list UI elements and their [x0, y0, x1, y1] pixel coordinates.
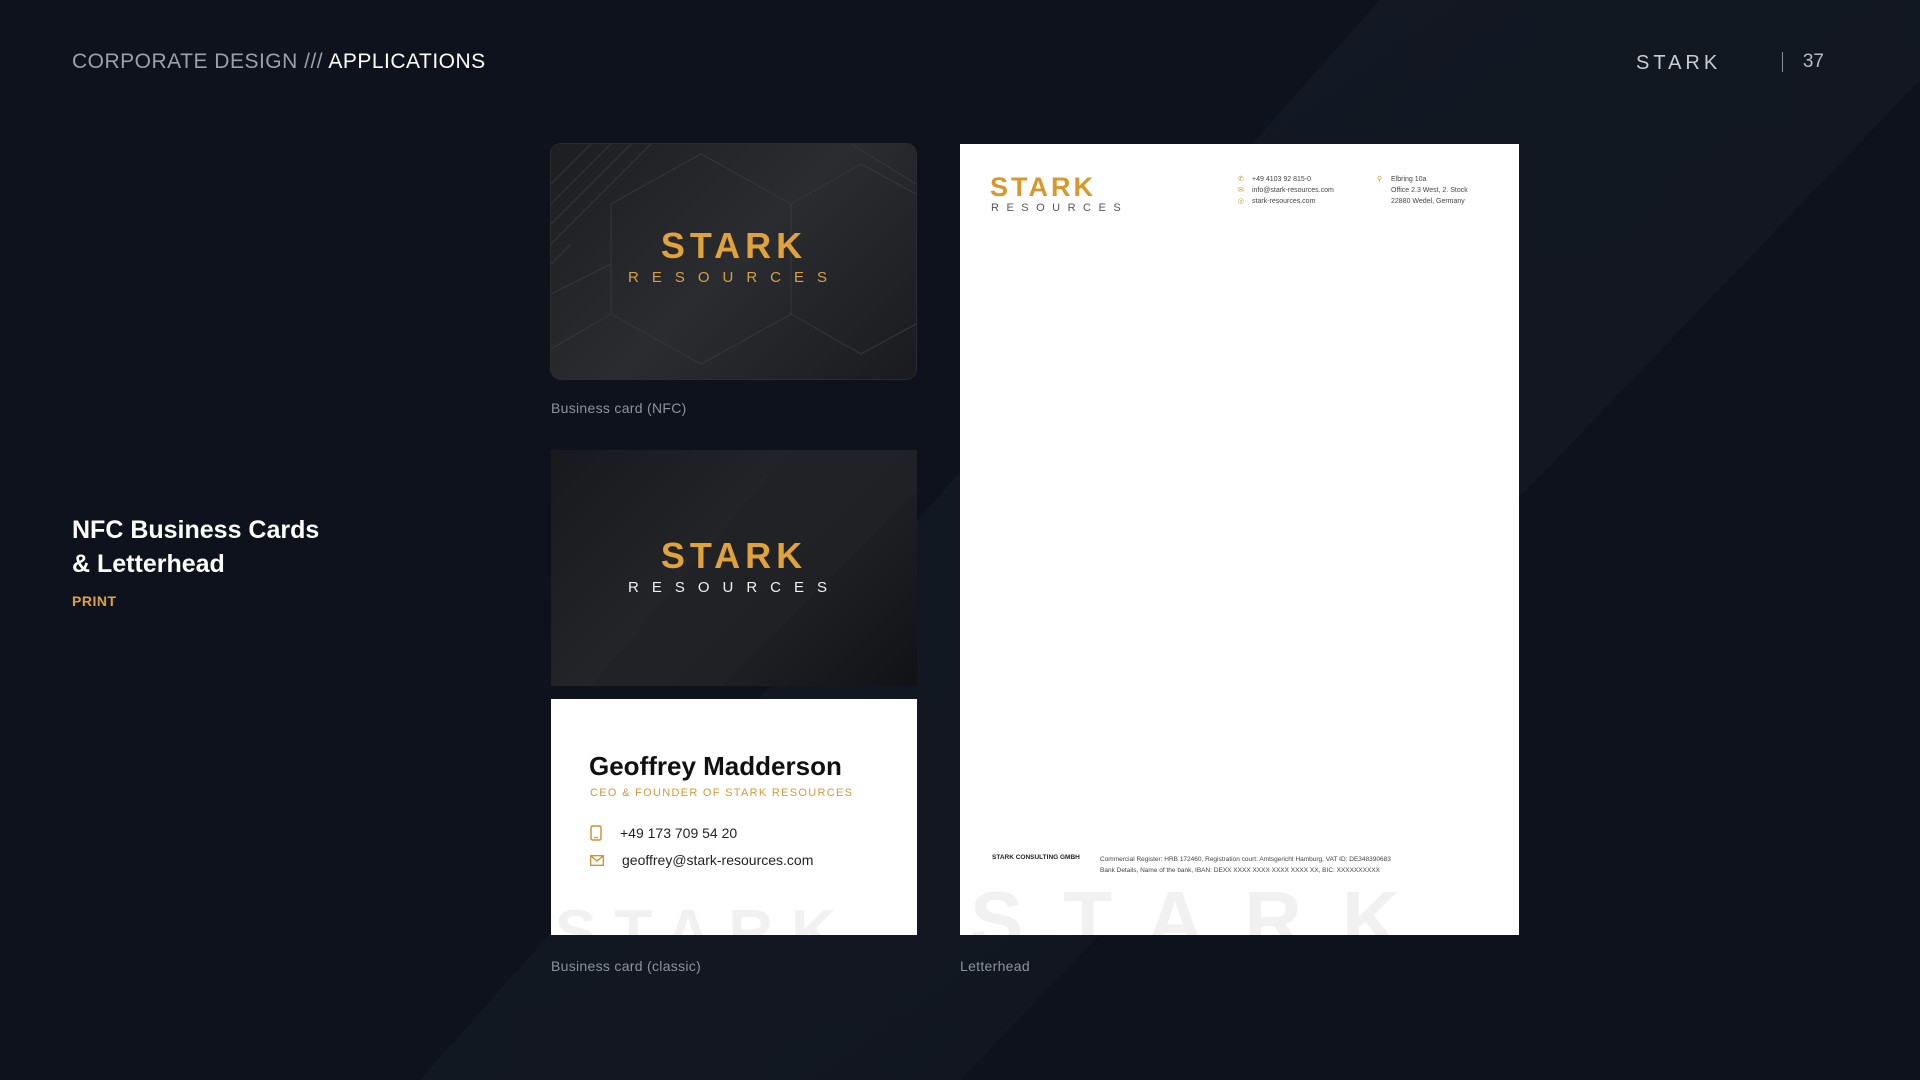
page-number: 37 — [1802, 51, 1824, 72]
person-role: CEO & FOUNDER OF STARK RESOURCES — [590, 787, 854, 799]
nfc-card-logo: STARK RESOURCES — [628, 225, 840, 286]
caption-classic: Business card (classic) — [551, 958, 702, 974]
header-brand: STARK 37 — [1636, 46, 1824, 78]
classic-logo-sub: RESOURCES — [628, 579, 840, 596]
header-divider — [1781, 52, 1783, 72]
caption-nfc: Business card (NFC) — [551, 400, 687, 416]
lh-address-line1: Elbring 10a — [1391, 176, 1427, 183]
location-pin-icon: ⚲ — [1377, 176, 1383, 183]
nfc-business-card: STARK RESOURCES — [551, 144, 916, 379]
caption-letterhead: Letterhead — [960, 958, 1030, 974]
lh-web-row: ◎ stark-resources.com — [1238, 196, 1334, 207]
mail-icon: ✉ — [1238, 187, 1244, 194]
lh-email-row: ✉ info@stark-resources.com — [1238, 185, 1334, 196]
letterhead-footer-line1: Commercial Register: HRB 172460, Registr… — [1100, 856, 1391, 863]
nfc-logo-word: STARK — [661, 225, 807, 266]
section-title-line2: & Letterhead — [72, 550, 225, 578]
letterhead-footer-company: STARK CONSULTING GMBH — [992, 854, 1080, 861]
lh-phone-row: ✆ +49 4103 92 815-0 — [1238, 174, 1334, 185]
classic-logo-word: STARK — [661, 535, 807, 576]
lh-address-line2: Office 2.3 West, 2. Stock — [1391, 187, 1468, 194]
lh-phone: +49 4103 92 815-0 — [1252, 176, 1311, 183]
classic-card-logo: STARK RESOURCES — [591, 450, 917, 686]
letterhead-footer-text: Commercial Register: HRB 172460, Registr… — [1100, 854, 1480, 876]
letterhead-contact: ✆ +49 4103 92 815-0 ✉ info@stark-resources… — [1238, 174, 1334, 207]
breadcrumb-current: APPLICATIONS — [328, 50, 486, 73]
classic-card-front: STARK RESOURCES — [551, 450, 917, 686]
lh-address-row3: 22880 Wedel, Germany — [1377, 196, 1468, 207]
nfc-logo-sub: RESOURCES — [628, 269, 840, 286]
phone-icon — [590, 825, 602, 841]
phone-text: +49 173 709 54 20 — [620, 825, 738, 841]
email-row: geoffrey@stark-resources.com — [590, 852, 813, 868]
stark-logo-icon: STARK — [1636, 52, 1721, 72]
globe-icon: ◎ — [1238, 198, 1245, 205]
lh-web: stark-resources.com — [1252, 198, 1316, 205]
letterhead-logo-word: STARK — [990, 172, 1096, 202]
person-name: Geoffrey Madderson — [589, 751, 842, 781]
breadcrumb: CORPORATE DESIGN /// APPLICATIONS — [72, 50, 486, 74]
lh-address-line3: 22880 Wedel, Germany — [1391, 198, 1465, 205]
letterhead-logo-sub: RESOURCES — [991, 202, 1128, 214]
letterhead-sheet: STARK RESOURCES ✆ +49 4103 92 815-0 ✉ info… — [960, 144, 1519, 935]
card-watermark: STARK — [555, 898, 854, 935]
phone-icon: ✆ — [1238, 176, 1244, 183]
section-title: NFC Business Cards & Letterhead — [72, 513, 319, 581]
lh-email: info@stark-resources.com — [1252, 187, 1334, 194]
lh-address-row1: ⚲ Elbring 10a — [1377, 174, 1468, 185]
letterhead-address: ⚲ Elbring 10a Office 2.3 West, 2. Stock 2… — [1377, 174, 1468, 207]
letterhead-logo: STARK RESOURCES — [990, 172, 1128, 214]
phone-row: +49 173 709 54 20 — [590, 825, 737, 841]
breadcrumb-prefix: CORPORATE DESIGN /// — [72, 50, 324, 73]
email-text: geoffrey@stark-resources.com — [622, 852, 814, 868]
mail-icon — [590, 854, 604, 866]
section-title-line1: NFC Business Cards — [72, 516, 320, 544]
classic-card-back: STARK Geoffrey Madderson CEO & FOUNDER O… — [551, 699, 917, 935]
brand-logo-text: STARK — [1636, 52, 1721, 72]
letterhead-watermark: STARK — [970, 875, 1440, 935]
section-subtitle: PRINT — [72, 593, 117, 609]
lh-address-row2: Office 2.3 West, 2. Stock — [1377, 185, 1468, 196]
